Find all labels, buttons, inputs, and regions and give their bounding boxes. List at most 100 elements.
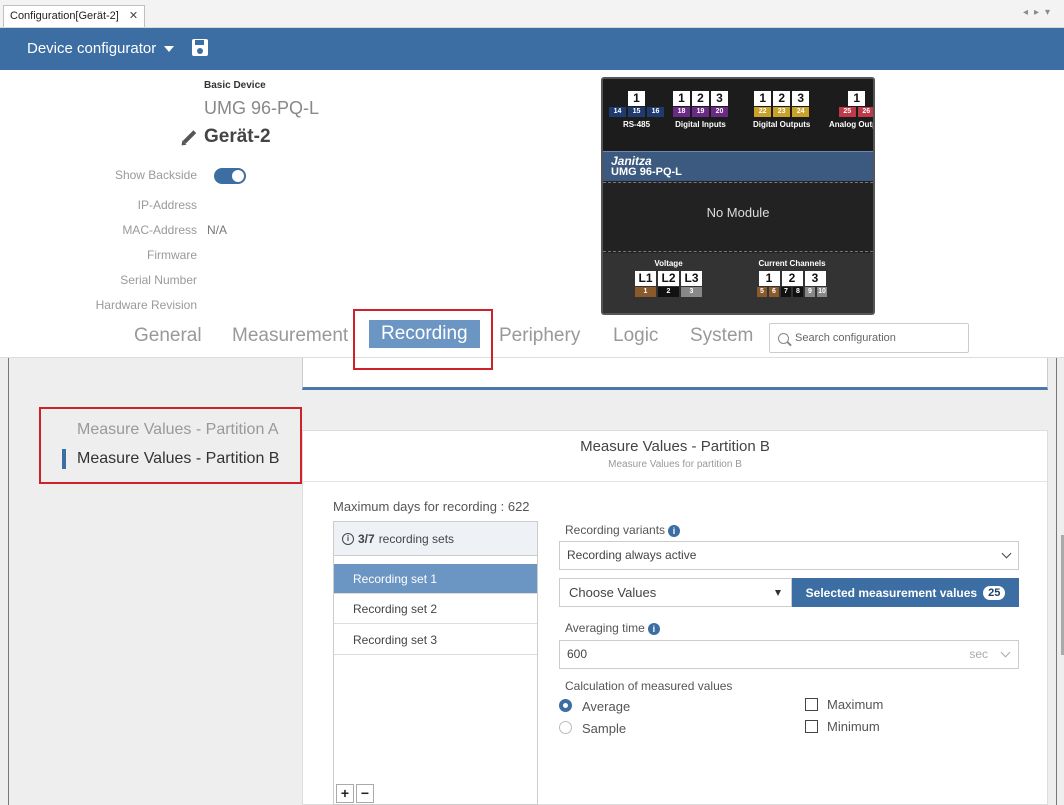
terminal-pin: 23 xyxy=(773,107,791,117)
device-info-panel: Basic Device UMG 96-PQ-L Gerät-2 Show Ba… xyxy=(0,70,600,320)
search-icon xyxy=(778,332,789,344)
dropdown-arrow-icon xyxy=(775,590,781,596)
save-icon[interactable] xyxy=(192,39,208,56)
list-item[interactable]: Recording set 2 xyxy=(334,594,537,624)
sample-radio[interactable] xyxy=(559,721,572,734)
search-box[interactable] xyxy=(769,323,969,353)
list-item[interactable]: Recording set 1 xyxy=(334,564,537,594)
averaging-time-value: 600 xyxy=(567,647,588,661)
minimum-label: Minimum xyxy=(827,719,880,734)
sidebar-item-partition-a[interactable]: Measure Values - Partition A xyxy=(77,421,279,439)
terminal-number: 3 xyxy=(792,91,810,106)
device-terminals-bottom: Voltage L1 L2 L3 1 2 3 Current Channels 1 2 3 5 6 7 8 9… xyxy=(603,253,873,313)
device-brand-bar: Janitza UMG 96-PQ-L xyxy=(603,151,873,181)
terminal-number: L1 xyxy=(635,271,656,286)
terminal-number: 1 xyxy=(758,271,780,286)
terminal-number: L3 xyxy=(681,271,702,286)
averaging-unit: sec xyxy=(969,647,988,661)
sidebar-item-partition-b[interactable]: Measure Values - Partition B xyxy=(77,450,279,468)
selected-measurement-values-button[interactable]: Selected measurement values 25 xyxy=(792,578,1019,607)
selected-values-label: Selected measurement values xyxy=(805,585,978,600)
choose-values-dropdown[interactable]: Choose Values xyxy=(559,578,792,607)
device-name-editor[interactable]: Gerät-2 xyxy=(180,126,271,148)
app-window: Configuration[Gerät-2] ✕ ◂▸▾ Device conf… xyxy=(0,0,1064,805)
max-days-label: Maximum days for recording : 622 xyxy=(333,499,530,514)
averaging-time-text: Averaging time xyxy=(565,621,645,635)
show-backside-toggle[interactable] xyxy=(214,168,246,184)
window-controls[interactable]: ◂▸▾ xyxy=(1023,7,1056,18)
no-module-slot: No Module xyxy=(603,182,873,252)
maximum-checkbox[interactable] xyxy=(805,698,818,711)
terminal-number: 2 xyxy=(692,91,709,106)
info-icon[interactable]: i xyxy=(647,622,660,635)
tab-recording[interactable]: Recording xyxy=(369,320,480,348)
set-buttons: + − xyxy=(336,784,374,803)
terminal-numbers: 1 xyxy=(829,91,873,106)
add-set-button[interactable]: + xyxy=(336,784,354,803)
selected-count-badge: 25 xyxy=(983,585,1006,600)
terminal-pin: 1 xyxy=(635,287,656,297)
chevron-down-icon xyxy=(1001,548,1012,559)
terminal-pin: 18 xyxy=(673,107,690,117)
close-icon[interactable]: ✕ xyxy=(129,6,138,27)
terminal-pin: 20 xyxy=(711,107,728,117)
terminal-number: 1 xyxy=(754,91,772,106)
average-label: Average xyxy=(582,699,631,714)
document-tab-bar: Configuration[Gerät-2] ✕ ◂▸▾ xyxy=(0,0,1064,28)
terminal-group-label: Voltage xyxy=(654,259,683,268)
terminal-group: Current Channels 1 2 3 5 6 7 8 9 10 xyxy=(757,259,827,297)
terminal-pin: 8 xyxy=(793,287,803,297)
averaging-time-input[interactable]: 600 sec xyxy=(559,640,1019,669)
device-name: Gerät-2 xyxy=(204,126,271,147)
tab-system[interactable]: System xyxy=(690,325,753,347)
pencil-icon[interactable] xyxy=(180,128,198,146)
document-tab[interactable]: Configuration[Gerät-2] ✕ xyxy=(3,5,146,27)
terminal-pins: 22 23 24 xyxy=(753,107,810,117)
terminal-number: 3 xyxy=(804,271,826,286)
average-radio[interactable] xyxy=(559,699,572,712)
terminal-pin: 26 xyxy=(857,107,873,117)
chevron-down-icon xyxy=(1000,647,1011,658)
sets-count-value: 3/7 xyxy=(358,531,375,546)
left-border xyxy=(8,358,9,805)
recording-variants-select[interactable]: Recording always active xyxy=(559,541,1019,570)
tab-measurement[interactable]: Measurement xyxy=(232,325,348,347)
terminal-pin: 24 xyxy=(792,107,810,117)
search-input[interactable] xyxy=(795,332,960,344)
panel-subtitle: Measure Values for partition B xyxy=(608,459,742,470)
mac-address-value: N/A xyxy=(207,223,228,237)
recording-sets-list: i 3/7 recording sets Recording set 1 Rec… xyxy=(333,521,538,805)
device-configurator-label: Device configurator xyxy=(27,40,157,57)
terminal-group-label: Current Channels xyxy=(758,259,826,268)
tab-logic[interactable]: Logic xyxy=(613,325,658,347)
terminal-pin: 6 xyxy=(769,287,779,297)
terminal-group: 12526 Analog Output xyxy=(829,91,873,129)
ip-address-label: IP-Address xyxy=(137,198,197,212)
terminal-pins: 14 15 16 xyxy=(609,107,664,117)
remove-set-button[interactable]: − xyxy=(356,784,374,803)
terminal-group: 1 2 3 18 19 20 Digital Inputs xyxy=(673,91,728,129)
terminal-number: 1 xyxy=(628,91,645,106)
terminal-number: 3 xyxy=(711,91,728,106)
list-item[interactable]: Recording set 3 xyxy=(334,625,537,655)
info-icon[interactable]: i xyxy=(668,524,681,537)
serial-number-label: Serial Number xyxy=(120,273,197,287)
terminal-pin: 22 xyxy=(754,107,772,117)
tab-periphery[interactable]: Periphery xyxy=(499,325,580,347)
mac-address-label: MAC-Address xyxy=(122,223,197,237)
info-icon: i xyxy=(342,532,354,545)
show-backside-label: Show Backside xyxy=(114,168,197,182)
device-terminals-top: 1 14 15 16 RS-485 1 2 3 18 19 20 Digital Inputs 1 2 3 2… xyxy=(603,79,873,151)
device-configurator-menu[interactable]: Device configurator xyxy=(27,40,175,57)
recording-sets-count: i 3/7 recording sets xyxy=(334,522,537,556)
terminal-numbers: 123 xyxy=(753,91,810,106)
terminal-number: 1 xyxy=(848,91,866,106)
terminal-group: 1 14 15 16 RS-485 xyxy=(609,91,664,129)
terminal-numbers: L1 L2 L3 xyxy=(635,271,702,286)
calculation-label: Calculation of measured values xyxy=(565,679,733,693)
minimum-checkbox[interactable] xyxy=(805,720,818,733)
previous-panel-footer xyxy=(302,358,1048,390)
tab-general[interactable]: General xyxy=(134,325,202,347)
terminal-pins: 25 26 xyxy=(829,107,873,117)
terminal-number: 2 xyxy=(781,271,803,286)
